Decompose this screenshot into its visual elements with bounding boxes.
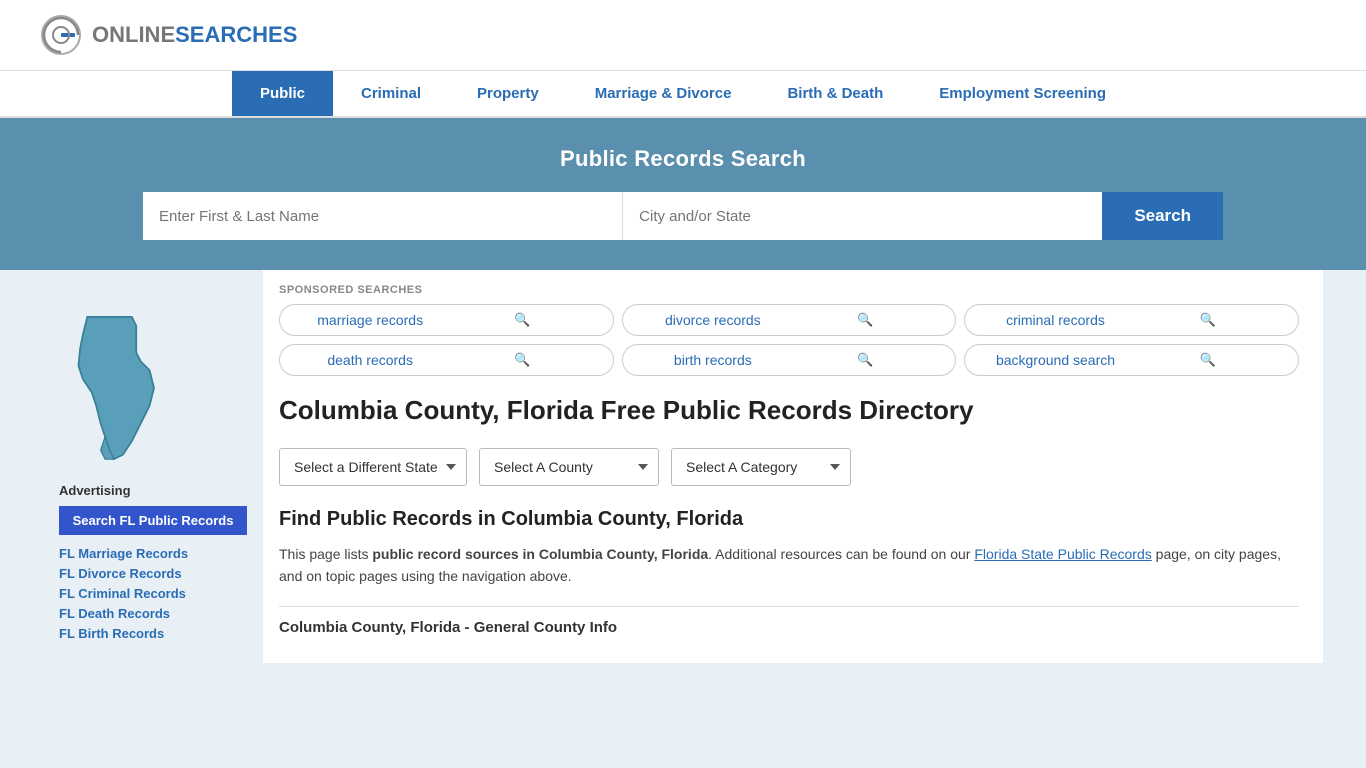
sponsored-section: SPONSORED SEARCHES marriage records 🔍 di… (279, 284, 1299, 376)
pill-label-death: death records (294, 352, 446, 368)
section-divider (279, 606, 1299, 607)
fl-divorce-link[interactable]: FL Divorce Records (59, 566, 182, 581)
content-area: SPONSORED SEARCHES marriage records 🔍 di… (263, 270, 1323, 663)
sponsored-pill-background[interactable]: background search 🔍 (964, 344, 1299, 376)
logo: ONLINESEARCHES (40, 14, 297, 56)
pill-label-criminal: criminal records (979, 312, 1131, 328)
sponsored-pill-birth[interactable]: birth records 🔍 (622, 344, 957, 376)
nav-public[interactable]: Public (232, 71, 333, 116)
fl-birth-link[interactable]: FL Birth Records (59, 626, 164, 641)
header: ONLINESEARCHES (0, 0, 1366, 71)
sponsored-pill-death[interactable]: death records 🔍 (279, 344, 614, 376)
pill-label-birth: birth records (637, 352, 789, 368)
list-item: FL Birth Records (59, 625, 247, 641)
list-item: FL Marriage Records (59, 545, 247, 561)
florida-map (59, 308, 247, 471)
fl-marriage-link[interactable]: FL Marriage Records (59, 546, 188, 561)
advertising-label: Advertising (59, 483, 247, 498)
search-button[interactable]: Search (1102, 192, 1223, 240)
county-dropdown[interactable]: Select A County (479, 448, 659, 486)
search-icon: 🔍 (1132, 352, 1284, 368)
find-desc-bold: public record sources in Columbia County… (372, 546, 708, 562)
find-desc-intro: This page lists (279, 546, 372, 562)
search-icon: 🔍 (789, 352, 941, 368)
pill-label-background: background search (979, 352, 1131, 368)
county-heading: Columbia County, Florida Free Public Rec… (279, 394, 973, 428)
name-input[interactable] (143, 192, 623, 240)
search-bar: Search (143, 192, 1223, 240)
list-item: FL Divorce Records (59, 565, 247, 581)
state-dropdown[interactable]: Select a Different State (279, 448, 467, 486)
nav-marriage-divorce[interactable]: Marriage & Divorce (567, 71, 760, 116)
find-description: This page lists public record sources in… (279, 543, 1299, 588)
list-item: FL Criminal Records (59, 585, 247, 601)
sponsored-pill-marriage[interactable]: marriage records 🔍 (279, 304, 614, 336)
florida-state-link[interactable]: Florida State Public Records (974, 546, 1151, 562)
general-info-title: Columbia County, Florida - General Count… (279, 619, 1299, 636)
county-section: Columbia County, Florida Free Public Rec… (279, 394, 1299, 428)
category-dropdown[interactable]: Select A Category (671, 448, 851, 486)
pill-label-divorce: divorce records (637, 312, 789, 328)
search-icon: 🔍 (789, 312, 941, 328)
main-container: Advertising Search FL Public Records FL … (43, 270, 1323, 663)
nav-employment[interactable]: Employment Screening (911, 71, 1134, 116)
nav-birth-death[interactable]: Birth & Death (759, 71, 911, 116)
search-icon: 🔍 (446, 312, 598, 328)
fl-criminal-link[interactable]: FL Criminal Records (59, 586, 186, 601)
ad-button[interactable]: Search FL Public Records (59, 506, 247, 535)
sponsored-grid: marriage records 🔍 divorce records 🔍 cri… (279, 304, 1299, 376)
list-item: FL Death Records (59, 605, 247, 621)
nav-criminal[interactable]: Criminal (333, 71, 449, 116)
sidebar: Advertising Search FL Public Records FL … (43, 270, 263, 663)
dropdowns-section: Select a Different State Select A County… (279, 448, 1299, 486)
sidebar-links: FL Marriage Records FL Divorce Records F… (59, 545, 247, 641)
search-icon: 🔍 (1132, 312, 1284, 328)
advertising-section: Advertising Search FL Public Records FL … (59, 483, 247, 641)
hero-section: Public Records Search Search (0, 118, 1366, 270)
pill-label-marriage: marriage records (294, 312, 446, 328)
logo-text: ONLINESEARCHES (92, 22, 297, 48)
find-desc-mid: . Additional resources can be found on o… (708, 546, 974, 562)
hero-title: Public Records Search (40, 146, 1326, 172)
sponsored-label: SPONSORED SEARCHES (279, 284, 1299, 296)
logo-icon (40, 14, 82, 56)
nav-property[interactable]: Property (449, 71, 567, 116)
sponsored-pill-divorce[interactable]: divorce records 🔍 (622, 304, 957, 336)
search-icon: 🔍 (446, 352, 598, 368)
location-input[interactable] (623, 192, 1102, 240)
find-title: Find Public Records in Columbia County, … (279, 508, 1299, 531)
fl-death-link[interactable]: FL Death Records (59, 606, 170, 621)
sponsored-pill-criminal[interactable]: criminal records 🔍 (964, 304, 1299, 336)
main-nav: Public Criminal Property Marriage & Divo… (0, 71, 1366, 118)
